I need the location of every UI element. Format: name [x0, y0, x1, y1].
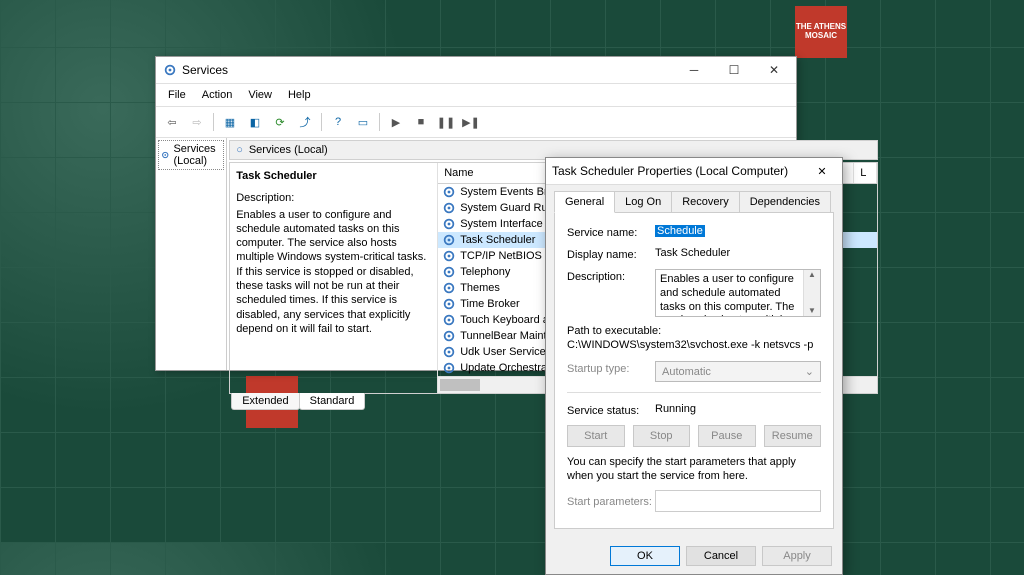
tree-root-label: Services (Local)	[173, 143, 221, 167]
chevron-down-icon: ⌄	[805, 365, 814, 378]
service-name: Task Scheduler	[460, 234, 535, 246]
restart-service-button[interactable]: ▶❚	[459, 110, 483, 134]
gear-icon	[442, 329, 456, 343]
startup-type-dropdown[interactable]: Automatic ⌄	[655, 361, 821, 382]
pause-button[interactable]: Pause	[698, 425, 756, 447]
detail-header-label: Services (Local)	[249, 144, 328, 156]
description-scrollbar[interactable]: ▲▼	[803, 270, 820, 316]
refresh-button[interactable]: ⟳	[268, 110, 292, 134]
window-title: Services	[182, 63, 674, 77]
close-button[interactable]: ✕	[754, 58, 794, 82]
label-start-params: Start parameters:	[567, 494, 655, 508]
label-display-name: Display name:	[567, 247, 655, 261]
start-params-input[interactable]	[655, 490, 821, 512]
gear-icon	[442, 361, 456, 375]
menu-help[interactable]: Help	[280, 86, 319, 104]
service-name: Time Broker	[460, 298, 520, 310]
description-pane: Task Scheduler Description: Enables a us…	[230, 163, 438, 393]
col-logon[interactable]: L	[854, 163, 877, 183]
menu-action[interactable]: Action	[194, 86, 241, 104]
value-description[interactable]: Enables a user to configure and schedule…	[655, 269, 821, 317]
start-service-button[interactable]: ▶	[384, 110, 408, 134]
forward-button[interactable]: ⇨	[185, 110, 209, 134]
description-label: Description:	[236, 191, 431, 205]
toolbar-btn[interactable]: ▦	[218, 110, 242, 134]
value-service-name[interactable]: Schedule	[655, 225, 705, 237]
hint-text: You can specify the start parameters tha…	[567, 455, 821, 484]
properties-button[interactable]: ▭	[351, 110, 375, 134]
resume-button[interactable]: Resume	[764, 425, 822, 447]
services-icon	[162, 62, 178, 78]
tab-extended[interactable]: Extended	[231, 393, 299, 410]
tab-standard[interactable]: Standard	[299, 393, 366, 410]
dialog-tabs: General Log On Recovery Dependencies	[546, 185, 842, 213]
tree-root[interactable]: Services (Local)	[158, 140, 224, 170]
stop-service-button[interactable]: ■	[409, 110, 433, 134]
desktop-tile-red: THE ATHENS MOSAIC	[795, 6, 847, 58]
maximize-button[interactable]: ☐	[714, 58, 754, 82]
menu-file[interactable]: File	[160, 86, 194, 104]
label-service-status: Service status:	[567, 403, 655, 417]
cancel-button[interactable]: Cancel	[686, 546, 756, 566]
tab-recovery[interactable]: Recovery	[671, 191, 739, 213]
description-text: Enables a user to configure and schedule…	[660, 273, 794, 317]
ok-button[interactable]: OK	[610, 546, 680, 566]
gear-icon	[442, 249, 456, 263]
gear-icon	[442, 297, 456, 311]
dialog-close-button[interactable]: ✕	[808, 161, 836, 181]
gear-icon	[442, 185, 456, 199]
gear-icon	[442, 313, 456, 327]
minimize-button[interactable]: ─	[674, 58, 714, 82]
selected-service-name: Task Scheduler	[236, 169, 431, 183]
dialog-panel: Service name: Schedule Display name: Tas…	[554, 212, 834, 529]
selected-service-description: Enables a user to configure and schedule…	[236, 208, 431, 337]
service-name: Telephony	[460, 266, 510, 278]
gear-icon	[161, 148, 169, 162]
label-service-name: Service name:	[567, 225, 655, 239]
tree-pane: Services (Local)	[156, 138, 227, 370]
gear-icon	[442, 345, 456, 359]
export-button[interactable]: ⤴	[293, 110, 317, 134]
gear-icon	[442, 233, 456, 247]
help-button[interactable]: ?	[326, 110, 350, 134]
tab-general[interactable]: General	[554, 191, 615, 213]
service-name: Themes	[460, 282, 500, 294]
loupe-icon: ○	[236, 144, 243, 156]
menubar: File Action View Help	[156, 84, 796, 107]
label-path: Path to executable:	[567, 325, 821, 337]
label-startup-type: Startup type:	[567, 361, 655, 375]
properties-dialog: Task Scheduler Properties (Local Compute…	[545, 157, 843, 575]
stop-button[interactable]: Stop	[633, 425, 691, 447]
tab-logon[interactable]: Log On	[614, 191, 672, 213]
back-button[interactable]: ⇦	[160, 110, 184, 134]
gear-icon	[442, 217, 456, 231]
value-display-name: Task Scheduler	[655, 247, 821, 259]
value-service-status: Running	[655, 403, 821, 415]
titlebar[interactable]: Services ─ ☐ ✕	[156, 57, 796, 84]
menu-view[interactable]: View	[240, 86, 280, 104]
dialog-title: Task Scheduler Properties (Local Compute…	[552, 164, 808, 178]
value-path: C:\WINDOWS\system32\svchost.exe -k netsv…	[567, 339, 821, 351]
gear-icon	[442, 281, 456, 295]
toolbar-btn[interactable]: ◧	[243, 110, 267, 134]
dialog-titlebar[interactable]: Task Scheduler Properties (Local Compute…	[546, 158, 842, 185]
start-button[interactable]: Start	[567, 425, 625, 447]
gear-icon	[442, 201, 456, 215]
gear-icon	[442, 265, 456, 279]
label-description: Description:	[567, 269, 655, 283]
tab-dependencies[interactable]: Dependencies	[739, 191, 831, 213]
startup-type-value: Automatic	[662, 366, 711, 378]
toolbar: ⇦ ⇨ ▦ ◧ ⟳ ⤴ ? ▭ ▶ ■ ❚❚ ▶❚	[156, 107, 796, 138]
pause-service-button[interactable]: ❚❚	[434, 110, 458, 134]
apply-button[interactable]: Apply	[762, 546, 832, 566]
